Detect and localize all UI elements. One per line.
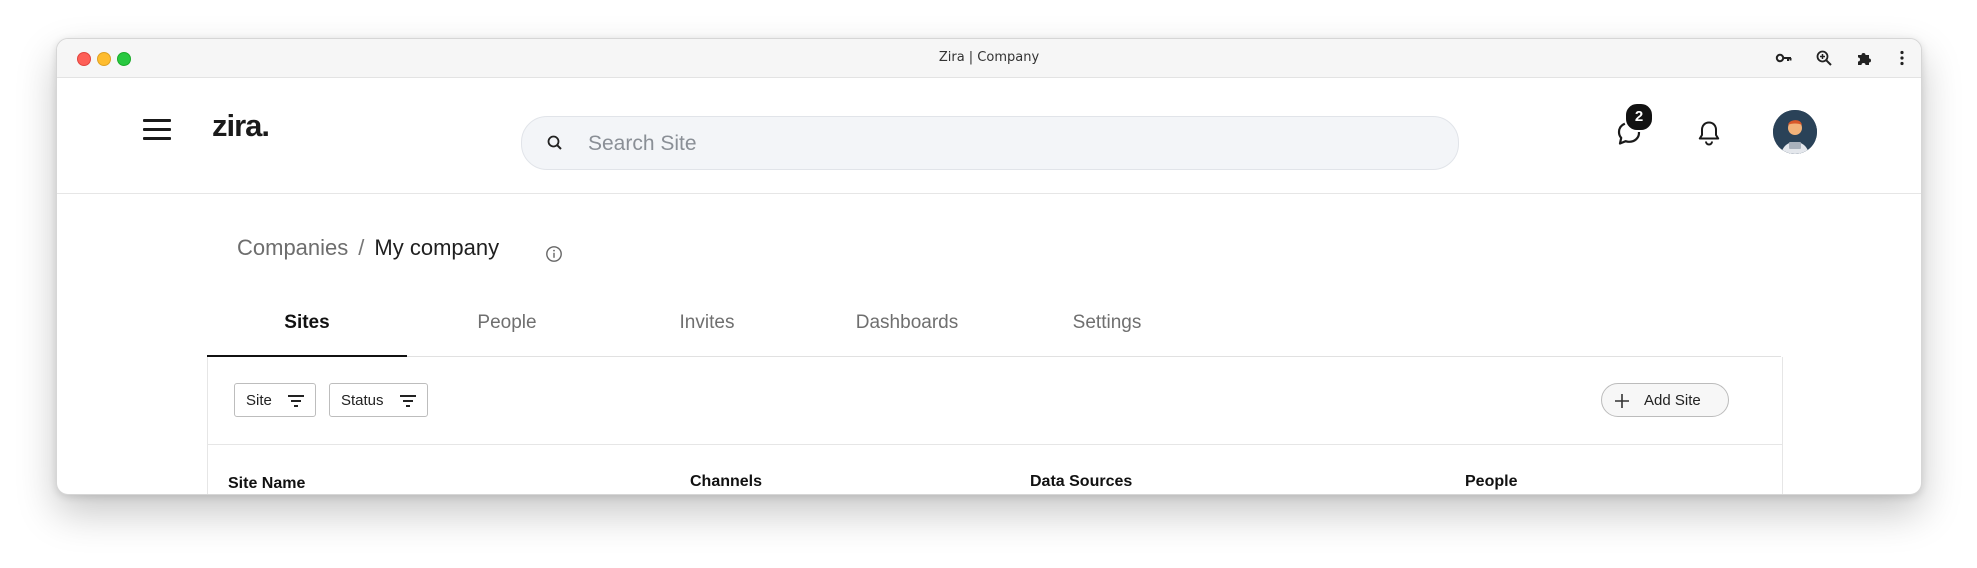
filter-icon — [288, 395, 304, 407]
window-title: Zira | Company — [938, 50, 1040, 65]
breadcrumb-current: My company — [374, 235, 500, 260]
browser-window: Zira | Company zira. 2 — [56, 38, 1922, 495]
search-icon — [547, 135, 562, 150]
app-header: zira. 2 — [57, 78, 1921, 194]
filter-icon — [400, 395, 416, 407]
extension-icon[interactable] — [1855, 49, 1873, 67]
sites-panel: Site Status Add Site Site Name Channels … — [207, 357, 1783, 494]
info-icon[interactable] — [545, 245, 563, 263]
company-tabs: Sites People Invites Dashboards Settings — [207, 302, 1781, 357]
plus-icon — [1615, 394, 1629, 408]
column-header-data-sources[interactable]: Data Sources — [1030, 473, 1132, 491]
breadcrumb-companies-link[interactable]: Companies — [237, 235, 348, 260]
key-icon[interactable] — [1775, 49, 1793, 67]
site-filter-label: Site — [246, 392, 272, 409]
title-bar: Zira | Company — [57, 39, 1921, 78]
more-vertical-icon[interactable] — [1893, 49, 1911, 67]
tab-people[interactable]: People — [407, 302, 607, 356]
column-header-channels[interactable]: Channels — [690, 473, 762, 491]
messages-badge: 2 — [1624, 102, 1654, 132]
avatar[interactable] — [1773, 110, 1817, 154]
menu-icon[interactable] — [141, 116, 173, 144]
column-header-people[interactable]: People — [1465, 473, 1517, 491]
zoom-icon[interactable] — [1815, 49, 1833, 67]
search-input[interactable] — [586, 117, 1430, 171]
status-filter-label: Status — [341, 392, 384, 409]
tab-dashboards[interactable]: Dashboards — [807, 302, 1007, 356]
tab-sites[interactable]: Sites — [207, 302, 407, 357]
add-site-button[interactable]: Add Site — [1601, 383, 1729, 417]
breadcrumb: Companies / My company — [237, 235, 499, 261]
tab-settings[interactable]: Settings — [1007, 302, 1207, 356]
zira-logo[interactable]: zira. — [212, 108, 270, 144]
site-filter-button[interactable]: Site — [234, 383, 316, 417]
column-header-site-name[interactable]: Site Name — [228, 475, 305, 493]
status-filter-button[interactable]: Status — [329, 383, 428, 417]
breadcrumb-separator: / — [358, 235, 365, 260]
bell-icon[interactable] — [1694, 118, 1724, 148]
tab-invites[interactable]: Invites — [607, 302, 807, 356]
sites-table-header: Site Name Channels Data Sources People — [208, 444, 1782, 494]
add-site-label: Add Site — [1644, 392, 1701, 409]
search-bar[interactable] — [521, 116, 1459, 171]
